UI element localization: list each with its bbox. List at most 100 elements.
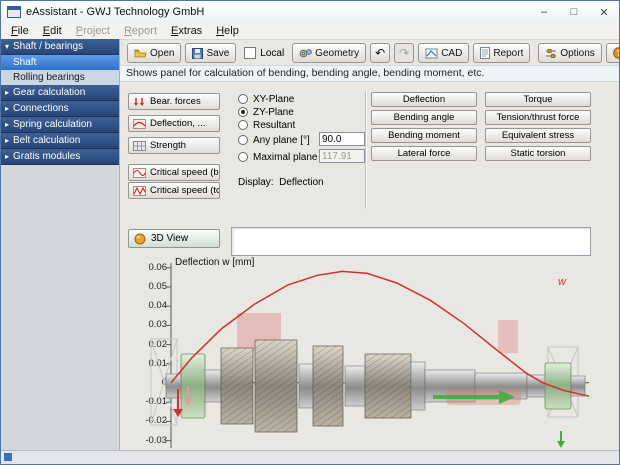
chart-axes (166, 263, 589, 448)
sidebar-section-shaft-bearings[interactable]: ▾ Shaft / bearings (1, 39, 119, 55)
sidebar-section-connections[interactable]: ▸ Connections (1, 101, 119, 117)
radio-resultant[interactable]: Resultant (238, 119, 295, 131)
sidebar-section-belt-calculation[interactable]: ▸ Belt calculation (1, 133, 119, 149)
close-button[interactable]: ✕ (589, 1, 619, 23)
critical-speed-tors-icon (133, 186, 146, 196)
save-icon (192, 48, 203, 59)
folder-open-icon (134, 48, 147, 59)
radio-zy-plane[interactable]: ZY-Plane (238, 106, 294, 118)
minimize-button[interactable]: – (529, 1, 559, 23)
result-button-grid: Deflection Torque Bending angle Tension/… (371, 92, 591, 161)
menu-file[interactable]: File (4, 24, 36, 39)
any-plane-input[interactable] (319, 132, 365, 146)
radio-xy-plane[interactable]: XY-Plane (238, 93, 294, 105)
y-tick-label: 0.03 (129, 320, 167, 330)
gear-1 (221, 348, 253, 424)
radio-maximal-plane[interactable]: Maximal plane (238, 151, 317, 163)
chevron-right-icon: ▸ (5, 89, 9, 97)
save-button[interactable]: Save (185, 43, 236, 63)
help-button[interactable]: ? Help (606, 43, 620, 63)
info-display-field[interactable] (231, 227, 591, 256)
equivalent-stress-button[interactable]: Equivalent stress (485, 128, 591, 143)
svg-text:?: ? (616, 49, 620, 58)
cad-button[interactable]: CAD (418, 43, 469, 63)
tension-thrust-force-button[interactable]: Tension/thrust force (485, 110, 591, 125)
main-toolbar: Open Save Local Geometry ↶ ↷ CAD Report … (120, 41, 619, 65)
y-tick-label: 0.05 (129, 282, 167, 292)
bearing-forces-button[interactable]: Bear. forces (128, 93, 220, 110)
undo-button[interactable]: ↶ (370, 43, 390, 63)
shaft-3d-render (166, 340, 585, 432)
chevron-right-icon: ▸ (5, 121, 9, 129)
y-tick-label: -0.02 (129, 416, 167, 426)
left-bearing (181, 354, 205, 418)
title-bar[interactable]: eAssistant - GWJ Technology GmbH – □ ✕ (1, 1, 619, 24)
sidebar-item-rolling-bearings[interactable]: Rolling bearings (1, 70, 119, 85)
y-tick-label: 0.04 (129, 301, 167, 311)
lateral-force-button[interactable]: Lateral force (371, 146, 477, 161)
chart-y-axis-label: Deflection w [mm] (175, 257, 254, 268)
redo-button[interactable]: ↷ (394, 43, 414, 63)
open-button[interactable]: Open (127, 43, 181, 63)
y-tick-label: 0.02 (129, 340, 167, 350)
app-window: eAssistant - GWJ Technology GmbH – □ ✕ F… (0, 0, 620, 465)
report-button[interactable]: Report (473, 43, 530, 63)
gear-4 (365, 354, 411, 418)
sliders-icon (545, 48, 557, 59)
menu-extras[interactable]: Extras (164, 24, 209, 39)
bearing-forces-icon (133, 97, 146, 107)
hint-bar: Shows panel for calculation of bending, … (120, 65, 619, 82)
app-icon (7, 6, 21, 18)
deflection-curve (171, 271, 589, 396)
torque-button[interactable]: Torque (485, 92, 591, 107)
maximal-plane-input (319, 149, 365, 163)
geometry-button[interactable]: Geometry (292, 43, 366, 63)
local-checkbox[interactable]: Local (240, 47, 288, 59)
redo-icon: ↷ (399, 46, 409, 60)
sidebar-section-gear-calculation[interactable]: ▸ Gear calculation (1, 85, 119, 101)
undo-icon: ↶ (375, 46, 385, 60)
strength-button[interactable]: Strength (128, 137, 220, 154)
y-tick-label: 0.06 (129, 263, 167, 273)
menu-report[interactable]: Report (117, 24, 164, 39)
options-button[interactable]: Options (538, 43, 601, 63)
sidebar-item-shaft[interactable]: Shaft (1, 55, 119, 70)
menu-project[interactable]: Project (69, 24, 117, 39)
static-torsion-button[interactable]: Static torsion (485, 146, 591, 161)
sidebar-section-gratis-modules[interactable]: ▸ Gratis modules (1, 149, 119, 165)
document-icon (480, 47, 490, 59)
critical-speed-bending-button[interactable]: Critical speed (bend.) (128, 164, 220, 181)
3d-view-button[interactable]: 3D View (128, 229, 220, 248)
radio-any-plane[interactable]: Any plane [°] (238, 134, 310, 146)
chevron-right-icon: ▸ (5, 153, 9, 161)
gear-3 (313, 346, 343, 426)
cad-icon (425, 48, 438, 59)
strength-grid-icon (133, 141, 146, 151)
critical-speed-bend-icon (133, 168, 146, 178)
menu-edit[interactable]: Edit (36, 24, 69, 39)
help-icon: ? (613, 47, 620, 59)
deflection-button[interactable]: Deflection, ... (128, 115, 220, 132)
radio-icon (238, 135, 248, 145)
radio-selected-icon (238, 107, 248, 117)
menu-help[interactable]: Help (209, 24, 246, 39)
display-status: Display: Deflection (238, 177, 324, 188)
bending-moment-button[interactable]: Bending moment (371, 128, 477, 143)
3d-cube-icon (134, 233, 146, 245)
chevron-right-icon: ▸ (5, 105, 9, 113)
vertical-separator (365, 91, 366, 209)
sidebar: ▾ Shaft / bearings Shaft Rolling bearing… (1, 39, 120, 451)
bending-angle-button[interactable]: Bending angle (371, 110, 477, 125)
sidebar-subpanel: Shaft Rolling bearings (1, 55, 119, 85)
deflection-result-button[interactable]: Deflection (371, 92, 477, 107)
radio-icon (238, 120, 248, 130)
gears-icon (299, 48, 312, 59)
sidebar-section-spring-calculation[interactable]: ▸ Spring calculation (1, 117, 119, 133)
window-title: eAssistant - GWJ Technology GmbH (26, 6, 204, 18)
status-bar (1, 450, 619, 464)
critical-speed-torsion-button[interactable]: Critical speed (tors.) (128, 182, 220, 199)
y-tick-label: 0 (129, 378, 167, 388)
chevron-down-icon: ▾ (5, 43, 9, 51)
maximize-button[interactable]: □ (559, 1, 589, 23)
radio-icon (238, 152, 248, 162)
